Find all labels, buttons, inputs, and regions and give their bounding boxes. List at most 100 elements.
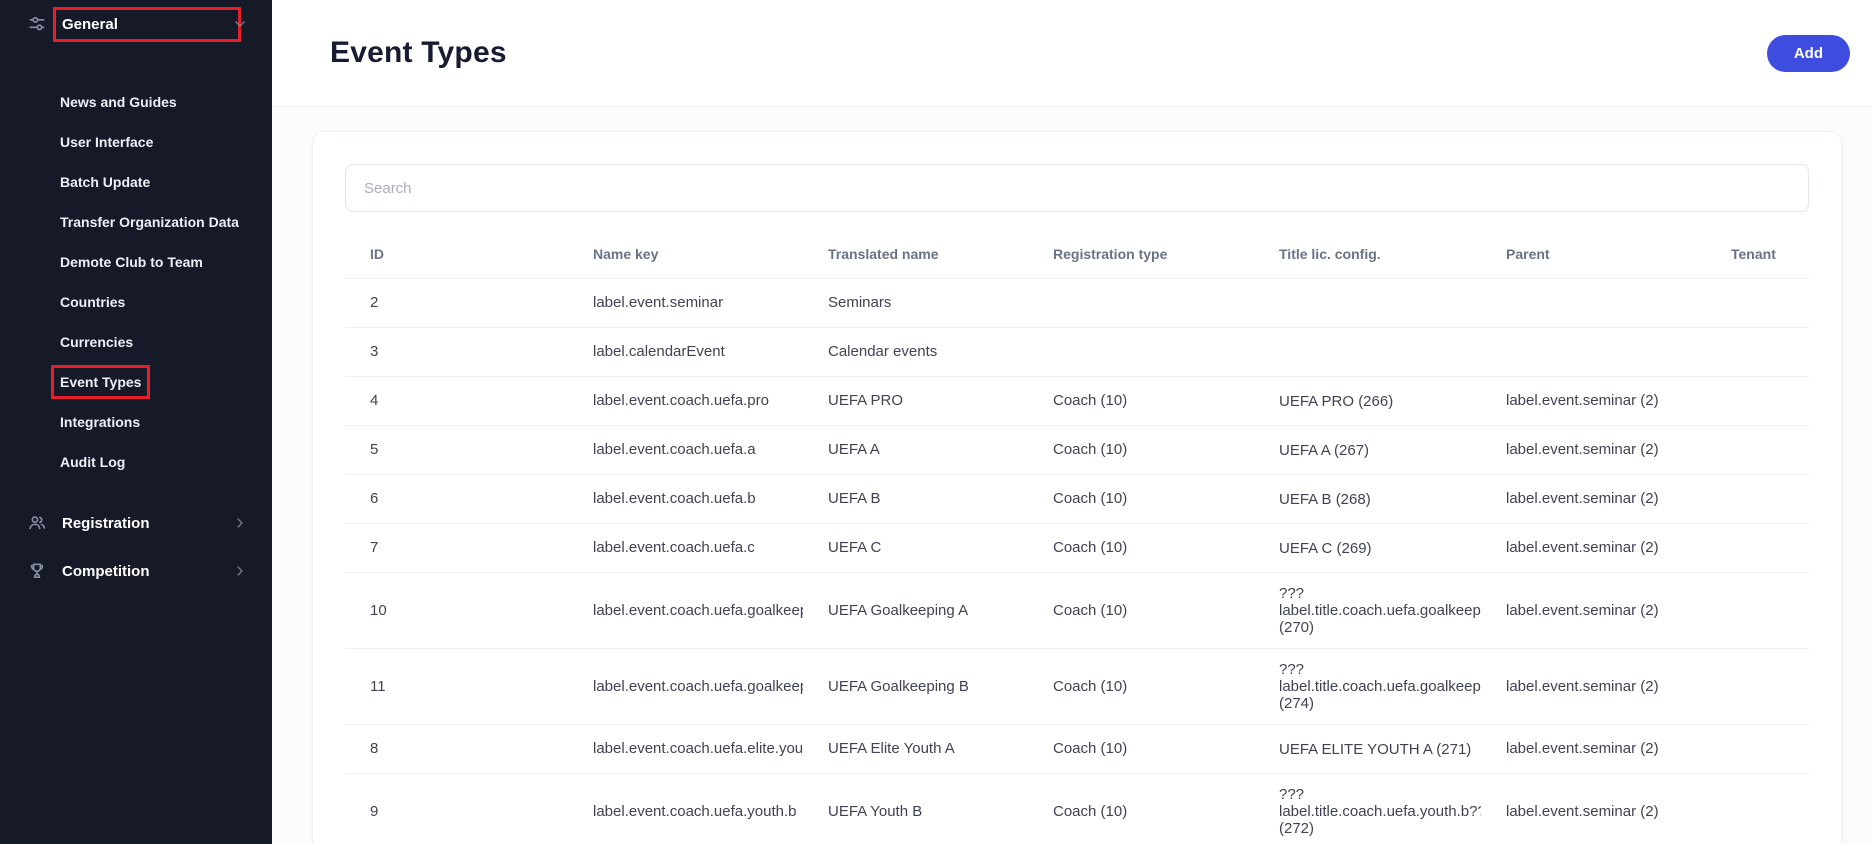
table-head: IDName keyTranslated nameRegistration ty…	[345, 232, 1809, 279]
cell-tenant	[1706, 774, 1809, 844]
sidebar-item-label: Demote Club to Team	[60, 254, 203, 270]
cell-tenant	[1706, 475, 1809, 524]
sidebar-item-label-general: General	[62, 16, 232, 33]
cell-parent: label.event.seminar (2)	[1481, 573, 1706, 649]
cell-translated-name: UEFA PRO	[803, 377, 1028, 426]
cell-translated-name: UEFA B	[803, 475, 1028, 524]
table-row[interactable]: 10label.event.coach.uefa.goalkeepUEFA Go…	[345, 573, 1809, 649]
cell-title-lic-config: UEFA PRO (266)	[1254, 377, 1481, 426]
main-area: Event Types Add IDName keyTranslated nam…	[272, 0, 1872, 844]
column-header-id: ID	[345, 232, 568, 279]
table-row[interactable]: 4label.event.coach.uefa.proUEFA PROCoach…	[345, 377, 1809, 426]
sidebar-item-competition[interactable]: Competition	[0, 547, 272, 595]
sidebar-item-label: Transfer Organization Data	[60, 214, 239, 230]
title-config-line: (272)	[1279, 820, 1473, 837]
cell-title-lic-config: ???label.title.coach.uefa.youth.b???(272…	[1254, 774, 1481, 844]
cell-title-lic-config: UEFA C (269)	[1254, 524, 1481, 573]
cell-title-lic-config: ???label.title.coach.uefa.goalkeepe(274)	[1254, 649, 1481, 725]
table-body: 2label.event.seminarSeminars3label.calen…	[345, 279, 1809, 844]
column-header-tenant: Tenant	[1706, 232, 1809, 279]
table-row[interactable]: 5label.event.coach.uefa.aUEFA ACoach (10…	[345, 426, 1809, 475]
cell-title-lic-config: UEFA B (268)	[1254, 475, 1481, 524]
cell-translated-name: Seminars	[803, 279, 1028, 328]
sidebar-item-label: Currencies	[60, 334, 133, 350]
cell-name-key: label.event.coach.uefa.pro	[568, 377, 803, 426]
sidebar-item-currencies[interactable]: Currencies	[0, 322, 272, 362]
table-row[interactable]: 6label.event.coach.uefa.bUEFA BCoach (10…	[345, 475, 1809, 524]
cell-name-key: label.event.coach.uefa.goalkeep	[568, 649, 803, 725]
sidebar: General News and Guides User Interface Bat…	[0, 0, 272, 844]
table-row[interactable]: 9label.event.coach.uefa.youth.bUEFA Yout…	[345, 774, 1809, 844]
title-config-line: ???	[1279, 661, 1473, 678]
cell-translated-name: Calendar events	[803, 328, 1028, 377]
sidebar-item-transfer-organization-data[interactable]: Transfer Organization Data	[0, 202, 272, 242]
title-config-line: ???	[1279, 585, 1473, 602]
table-row[interactable]: 11label.event.coach.uefa.goalkeepUEFA Go…	[345, 649, 1809, 725]
sidebar-item-audit-log[interactable]: Audit Log	[0, 442, 272, 482]
sidebar-item-general[interactable]: General	[0, 0, 272, 48]
sidebar-item-batch-update[interactable]: Batch Update	[0, 162, 272, 202]
cell-id: 6	[345, 475, 568, 524]
sidebar-item-label: Event Types	[60, 374, 141, 390]
table-row[interactable]: 8label.event.coach.uefa.elite.youUEFA El…	[345, 725, 1809, 774]
cell-registration-type: Coach (10)	[1028, 649, 1254, 725]
title-config-line: UEFA PRO (266)	[1279, 393, 1473, 410]
cell-translated-name: UEFA Goalkeeping A	[803, 573, 1028, 649]
cell-id: 3	[345, 328, 568, 377]
cell-parent: label.event.seminar (2)	[1481, 377, 1706, 426]
sidebar-item-label: News and Guides	[60, 94, 177, 110]
cell-tenant	[1706, 524, 1809, 573]
cell-translated-name: UEFA C	[803, 524, 1028, 573]
event-types-table: IDName keyTranslated nameRegistration ty…	[345, 232, 1809, 844]
cell-registration-type: Coach (10)	[1028, 774, 1254, 844]
sidebar-item-event-types[interactable]: Event Types	[0, 362, 272, 402]
table-row[interactable]: 2label.event.seminarSeminars	[345, 279, 1809, 328]
cell-name-key: label.event.coach.uefa.youth.b	[568, 774, 803, 844]
title-config-line: UEFA C (269)	[1279, 540, 1473, 557]
cell-tenant	[1706, 328, 1809, 377]
sidebar-item-label-registration: Registration	[62, 515, 232, 532]
cell-tenant	[1706, 573, 1809, 649]
sidebar-item-label: User Interface	[60, 134, 153, 150]
cell-parent: label.event.seminar (2)	[1481, 475, 1706, 524]
title-config-line: (270)	[1279, 619, 1473, 636]
sliders-icon	[26, 13, 48, 35]
cell-id: 11	[345, 649, 568, 725]
chevron-right-icon	[232, 563, 248, 579]
app-root: General News and Guides User Interface Bat…	[0, 0, 1872, 844]
cell-id: 7	[345, 524, 568, 573]
cell-registration-type: Coach (10)	[1028, 377, 1254, 426]
cell-parent: label.event.seminar (2)	[1481, 725, 1706, 774]
table-row[interactable]: 7label.event.coach.uefa.cUEFA CCoach (10…	[345, 524, 1809, 573]
search-input[interactable]	[345, 164, 1809, 212]
cell-name-key: label.event.coach.uefa.a	[568, 426, 803, 475]
sidebar-subitems: News and Guides User Interface Batch Updat…	[0, 48, 272, 482]
sidebar-item-news-and-guides[interactable]: News and Guides	[0, 82, 272, 122]
cell-name-key: label.event.seminar	[568, 279, 803, 328]
cell-name-key: label.event.coach.uefa.c	[568, 524, 803, 573]
sidebar-item-label: Countries	[60, 294, 125, 310]
cell-tenant	[1706, 426, 1809, 475]
cell-parent: label.event.seminar (2)	[1481, 426, 1706, 475]
column-header-parent: Parent	[1481, 232, 1706, 279]
cell-translated-name: UEFA A	[803, 426, 1028, 475]
column-header-title-lic-config: Title lic. config.	[1254, 232, 1481, 279]
sidebar-item-countries[interactable]: Countries	[0, 282, 272, 322]
sidebar-item-demote-club-to-team[interactable]: Demote Club to Team	[0, 242, 272, 282]
sidebar-item-user-interface[interactable]: User Interface	[0, 122, 272, 162]
cell-tenant	[1706, 377, 1809, 426]
cell-title-lic-config	[1254, 328, 1481, 377]
sidebar-item-integrations[interactable]: Integrations	[0, 402, 272, 442]
cell-parent	[1481, 279, 1706, 328]
sidebar-item-label: Integrations	[60, 414, 140, 430]
title-config-line: UEFA ELITE YOUTH A (271)	[1279, 741, 1473, 758]
sidebar-item-registration[interactable]: Registration	[0, 499, 272, 547]
cell-title-lic-config: UEFA ELITE YOUTH A (271)	[1254, 725, 1481, 774]
trophy-icon	[26, 560, 48, 582]
table-row[interactable]: 3label.calendarEventCalendar events	[345, 328, 1809, 377]
title-config-line: (274)	[1279, 695, 1473, 712]
add-button[interactable]: Add	[1767, 35, 1850, 72]
cell-id: 4	[345, 377, 568, 426]
cell-translated-name: UEFA Youth B	[803, 774, 1028, 844]
cell-title-lic-config: ???label.title.coach.uefa.goalkeepe(270)	[1254, 573, 1481, 649]
